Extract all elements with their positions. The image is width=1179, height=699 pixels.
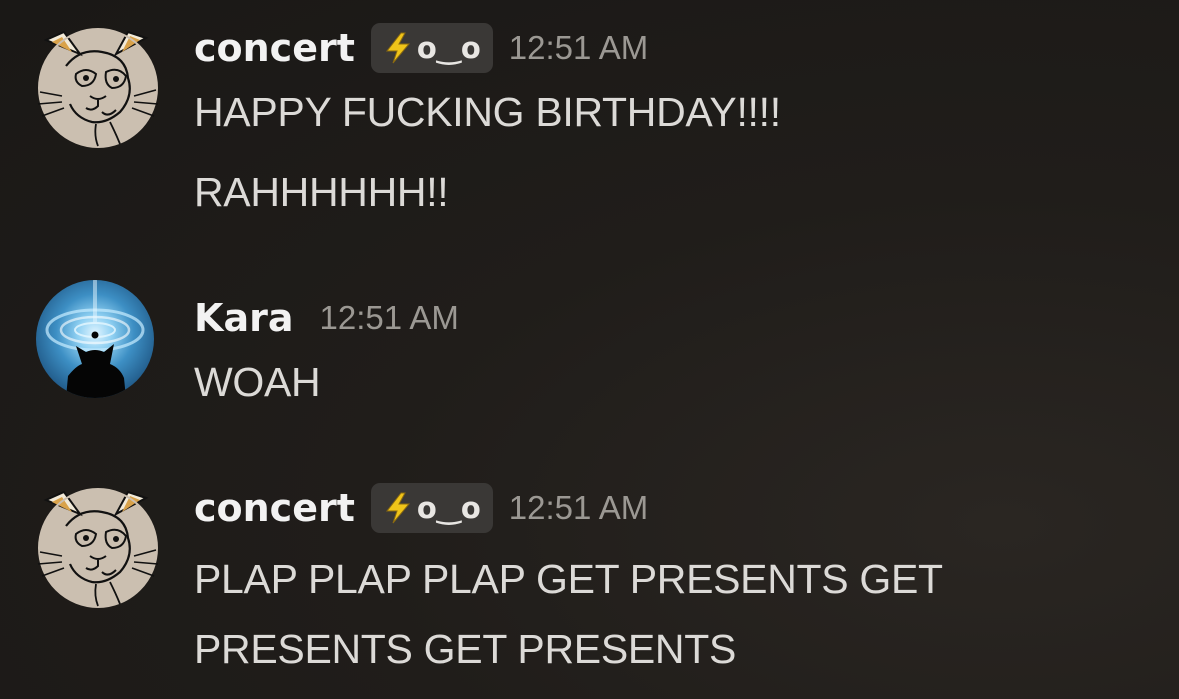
lightning-bolt-icon (385, 32, 410, 64)
message-content: Kara 12:51 AM WOAH (194, 292, 1159, 412)
lightning-bolt-icon (385, 492, 410, 524)
message-header: Kara 12:51 AM (194, 292, 1159, 344)
cat-silhouette-whirlpool-avatar-icon (36, 280, 154, 398)
avatar[interactable] (36, 280, 154, 398)
cat-sketch-avatar-icon (37, 488, 159, 608)
user-tag-text: o‿o (416, 491, 481, 525)
chat-log: concert o‿o 12:51 AM HAPPY FUCKING BIRTH… (0, 0, 1179, 699)
username[interactable]: Kara (194, 296, 293, 340)
user-tag-text: o‿o (416, 31, 481, 65)
message-body: HAPPY FUCKING BIRTHDAY!!!! RAHHHHHH!! (194, 82, 1159, 222)
timestamp: 12:51 AM (319, 299, 459, 336)
message-line: PLAP PLAP PLAP GET PRESENTS GET (194, 556, 943, 602)
message-body: PLAP PLAP PLAP GET PRESENTS GET PRESENTS… (194, 544, 1159, 684)
message-content: concert o‿o 12:51 AM HAPPY FUCKING BIRTH… (194, 22, 1159, 222)
timestamp: 12:51 AM (508, 29, 649, 66)
message-header: concert o‿o 12:51 AM (194, 482, 1159, 534)
username[interactable]: concert (194, 26, 355, 70)
message-header: concert o‿o 12:51 AM (194, 22, 1159, 74)
cat-sketch-avatar-icon (37, 28, 159, 148)
avatar[interactable] (36, 26, 159, 148)
user-tag[interactable]: o‿o (370, 23, 493, 73)
message-line: HAPPY FUCKING BIRTHDAY!!!! (194, 89, 781, 135)
username[interactable]: concert (194, 486, 355, 530)
message-line: RAHHHHHH!! (194, 169, 449, 215)
avatar[interactable] (36, 486, 159, 608)
message-body: WOAH (194, 352, 1159, 412)
message-line: WOAH (194, 359, 321, 405)
timestamp: 12:51 AM (508, 489, 649, 526)
message-line: PRESENTS GET PRESENTS (194, 626, 737, 672)
message-content: concert o‿o 12:51 AM PLAP PLAP PLAP GET … (194, 482, 1159, 684)
user-tag[interactable]: o‿o (370, 483, 493, 533)
